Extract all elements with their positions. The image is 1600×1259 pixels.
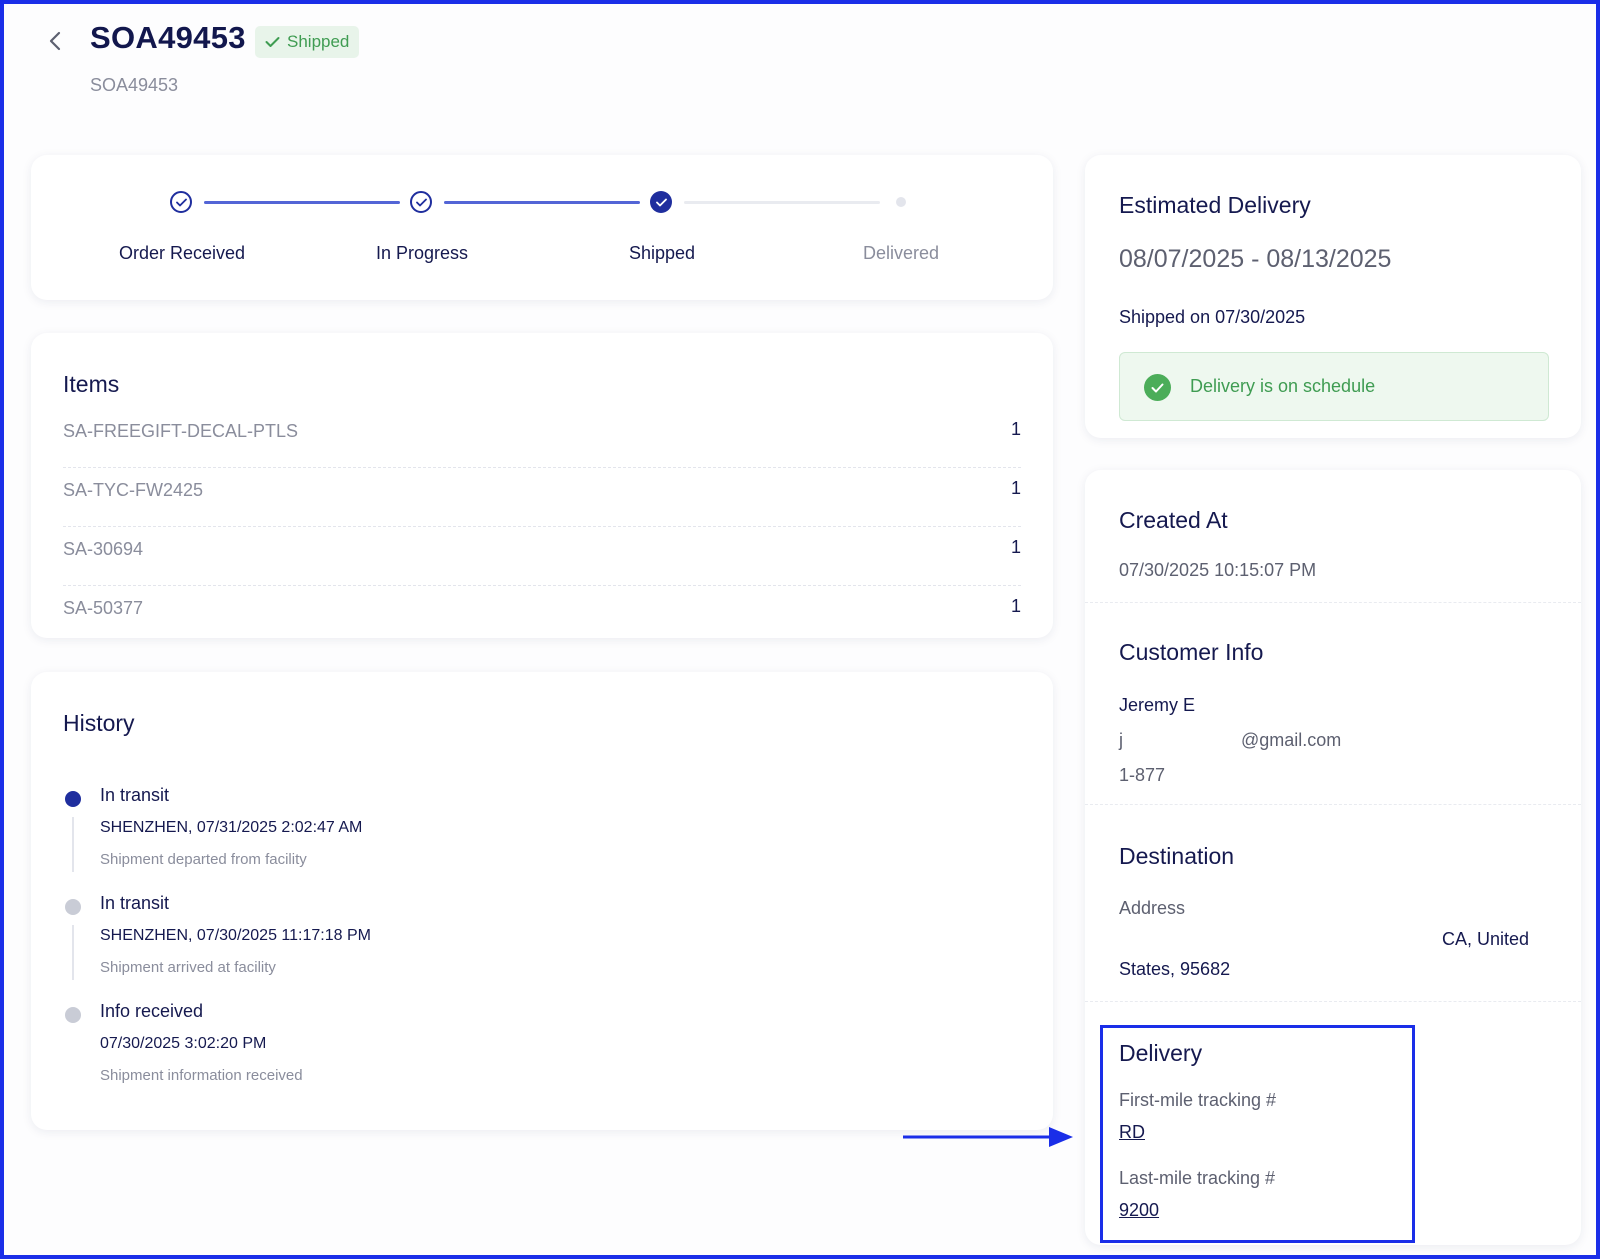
destination-title: Destination (1119, 843, 1235, 869)
check-icon (265, 37, 280, 47)
history-status: Info received (100, 1001, 204, 1021)
created-at-value: 07/30/2025 10:15:07 PM (1119, 560, 1317, 580)
item-sku: SA-50377 (63, 598, 144, 618)
page-title: SOA49453 (90, 20, 246, 55)
step-order-received-icon (170, 191, 192, 213)
customer-email-domain: @gmail.com (1241, 730, 1342, 750)
customer-info-title: Customer Info (1119, 639, 1264, 665)
chevron-left-icon (49, 31, 61, 51)
item-sku: SA-TYC-FW2425 (63, 480, 204, 500)
history-location: SHENZHEN, 07/30/2025 11:17:18 PM (100, 927, 371, 944)
history-status: In transit (100, 785, 170, 805)
history-title: History (63, 710, 135, 736)
schedule-status-text: Delivery is on schedule (1190, 376, 1376, 396)
history-dot-icon (65, 899, 81, 915)
shipped-on-date: Shipped on 07/30/2025 (1119, 307, 1306, 327)
estimated-delivery-range: 08/07/2025 - 08/13/2025 (1119, 245, 1392, 273)
item-quantity: 1 (1010, 478, 1021, 498)
item-row: SA-30694 1 (63, 527, 1021, 586)
created-at-section: Created At 07/30/2025 10:15:07 PM (1085, 470, 1581, 603)
customer-name: Jeremy E (1119, 695, 1196, 715)
item-row: SA-50377 1 (63, 586, 1021, 638)
address-label: Address (1119, 898, 1186, 918)
history-status: In transit (100, 893, 170, 913)
status-badge-label: Shipped (287, 32, 350, 51)
history-location: SHENZHEN, 07/31/2025 2:02:47 AM (100, 819, 363, 836)
step-label-in-progress: In Progress (375, 243, 469, 263)
step-label-shipped: Shipped (628, 243, 696, 263)
history-card: History In transit SHENZHEN, 07/31/2025 … (31, 672, 1053, 1130)
item-row: SA-TYC-FW2425 1 (63, 468, 1021, 527)
order-progress-card: Order Received In Progress Shipped Deliv… (31, 155, 1053, 300)
address-line-2: States, 95682 (1119, 959, 1231, 979)
step-connector (204, 201, 400, 204)
item-row: SA-FREEGIFT-DECAL-PTLS 1 (63, 409, 1021, 468)
item-quantity: 1 (1010, 419, 1021, 439)
step-label-delivered: Delivered (862, 243, 940, 263)
estimated-delivery-title: Estimated Delivery (1119, 192, 1311, 218)
status-badge: Shipped (255, 26, 360, 58)
step-delivered-icon (896, 197, 906, 207)
history-description: Shipment arrived at facility (100, 959, 276, 976)
history-location: 07/30/2025 3:02:20 PM (100, 1035, 267, 1052)
created-at-title: Created At (1119, 507, 1228, 533)
history-dot-icon (65, 1007, 81, 1023)
history-description: Shipment information received (100, 1067, 303, 1084)
step-connector (684, 201, 880, 204)
history-connector (72, 817, 74, 872)
back-button[interactable] (42, 28, 68, 54)
history-description: Shipment departed from facility (100, 851, 307, 868)
step-connector (444, 201, 640, 204)
step-shipped-icon (650, 191, 672, 213)
annotation-arrow-icon (903, 1127, 1073, 1147)
order-subtitle: SOA49453 (90, 75, 179, 95)
estimated-delivery-card: Estimated Delivery 08/07/2025 - 08/13/20… (1085, 155, 1581, 438)
address-line-1: CA, United (1442, 929, 1530, 949)
schedule-status-banner: Delivery is on schedule (1119, 352, 1549, 421)
items-card: Items SA-FREEGIFT-DECAL-PTLS 1 SA-TYC-FW… (31, 333, 1053, 638)
item-sku: SA-30694 (63, 539, 144, 559)
step-in-progress-icon (410, 191, 432, 213)
history-connector (72, 925, 74, 980)
step-label-order-received: Order Received (118, 243, 246, 263)
customer-phone: 1-877 (1119, 765, 1166, 785)
customer-email-prefix: j (1119, 730, 1123, 750)
check-circle-icon (1144, 374, 1171, 401)
destination-section: Destination Address CA, United States, 9… (1085, 805, 1581, 1002)
item-quantity: 1 (1010, 596, 1021, 616)
history-dot-icon (65, 791, 81, 807)
item-quantity: 1 (1010, 537, 1021, 557)
delivery-highlight-box (1100, 1025, 1415, 1243)
customer-info-section: Customer Info Jeremy E j @gmail.com 1-87… (1085, 603, 1581, 805)
item-sku: SA-FREEGIFT-DECAL-PTLS (63, 421, 299, 441)
items-title: Items (63, 371, 120, 397)
